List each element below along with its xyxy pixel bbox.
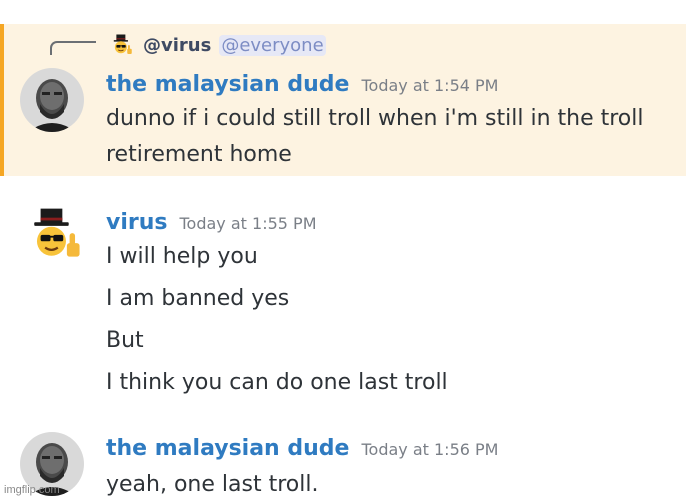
- message-line: dunno if i could still troll when i'm st…: [106, 106, 644, 131]
- message-line: I am banned yes: [106, 286, 290, 311]
- message-line: I think you can do one last troll: [106, 370, 448, 395]
- message-line: yeah, one last troll.: [106, 472, 319, 497]
- virus-avatar[interactable]: [24, 202, 88, 266]
- message-line: retirement home: [106, 142, 292, 167]
- message-author[interactable]: the malaysian dude: [106, 436, 349, 461]
- message-line: But: [106, 328, 144, 353]
- watermark: imgflip.com: [4, 484, 60, 496]
- reply-spine: [50, 41, 96, 55]
- message-author[interactable]: virus: [106, 210, 168, 235]
- message-timestamp: Today at 1:56 PM: [361, 440, 499, 459]
- reply-author[interactable]: @virus: [143, 35, 211, 56]
- mention-highlight: [0, 24, 686, 176]
- message-author[interactable]: the malaysian dude: [106, 72, 349, 97]
- dude-avatar[interactable]: [20, 68, 84, 132]
- message-timestamp: Today at 1:54 PM: [361, 76, 499, 95]
- mention-highlight-bar: [0, 24, 4, 176]
- virus-mini-avatar-icon: [109, 32, 135, 58]
- reply-preview[interactable]: @virus @everyone: [109, 30, 326, 60]
- message-line: I will help you: [106, 244, 258, 269]
- message-timestamp: Today at 1:55 PM: [179, 214, 317, 233]
- sunglasses-top-hat-thumbs-up-icon: [34, 208, 80, 257]
- bearded-man-photo-icon: [20, 68, 84, 132]
- everyone-mention[interactable]: @everyone: [219, 34, 326, 56]
